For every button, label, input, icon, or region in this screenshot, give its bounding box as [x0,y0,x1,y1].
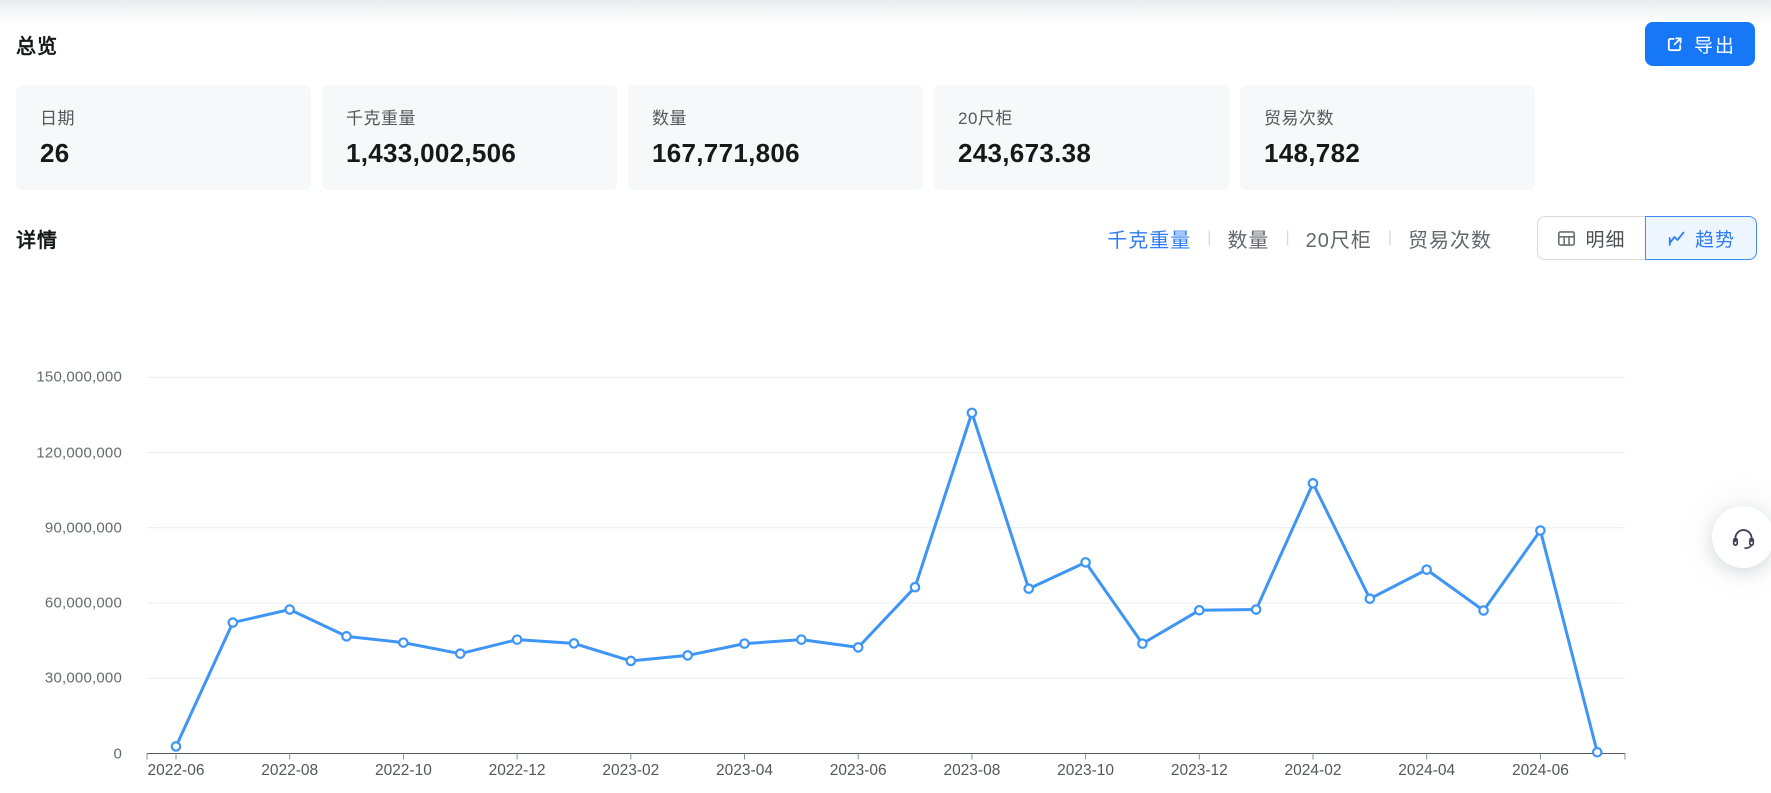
data-point[interactable] [911,583,919,591]
data-point[interactable] [854,643,862,651]
y-axis-label: 150,000,000 [22,369,122,386]
x-axis-label: 2024-06 [1512,762,1569,780]
data-point[interactable] [456,649,464,657]
y-axis-label: 30,000,000 [22,670,122,687]
x-axis-label: 2023-08 [943,762,1000,780]
data-point[interactable] [399,638,407,646]
x-axis-label: 2024-02 [1285,762,1342,780]
data-point[interactable] [1536,526,1544,534]
data-point[interactable] [1081,558,1089,566]
data-point[interactable] [513,635,521,643]
x-axis-label: 2023-04 [716,762,773,780]
data-point[interactable] [229,618,237,626]
data-point[interactable] [1593,748,1601,756]
dashboard-page: 总览 导出 日期26千克重量1,433,002,506数量167,771,806… [0,0,1771,793]
data-point[interactable] [740,639,748,647]
data-point[interactable] [1025,585,1033,593]
x-axis-label: 2023-02 [602,762,659,780]
data-point[interactable] [286,605,294,613]
data-point[interactable] [1252,605,1260,613]
x-axis-label: 2022-06 [148,762,205,780]
headset-icon [1730,524,1757,551]
y-axis-label: 90,000,000 [22,519,122,536]
data-point[interactable] [1479,606,1487,614]
x-axis-label: 2023-06 [830,762,887,780]
data-point[interactable] [570,639,578,647]
y-axis-label: 0 [22,745,122,762]
data-point[interactable] [683,651,691,659]
x-axis-label: 2022-10 [375,762,432,780]
data-point[interactable] [797,635,805,643]
x-axis-label: 2023-10 [1057,762,1114,780]
y-axis-label: 120,000,000 [22,444,122,461]
data-point[interactable] [1366,595,1374,603]
x-axis-label: 2024-04 [1398,762,1455,780]
trend-line [176,413,1597,752]
data-point[interactable] [342,632,350,640]
x-axis-label: 2023-12 [1171,762,1228,780]
data-point[interactable] [627,657,635,665]
data-point[interactable] [1423,565,1431,573]
trend-line-chart[interactable]: 0 30,000,000 60,000,000 90,000,000 120,000,0… [0,0,1771,793]
data-point[interactable] [1195,606,1203,614]
support-fab-button[interactable] [1712,506,1771,568]
x-axis-label: 2022-08 [261,762,318,780]
x-axis-label: 2022-12 [489,762,546,780]
chart-canvas [0,0,1771,793]
y-axis-label: 60,000,000 [22,595,122,612]
data-point[interactable] [968,409,976,417]
data-point[interactable] [1138,639,1146,647]
data-point[interactable] [172,742,180,750]
data-point[interactable] [1309,479,1317,487]
